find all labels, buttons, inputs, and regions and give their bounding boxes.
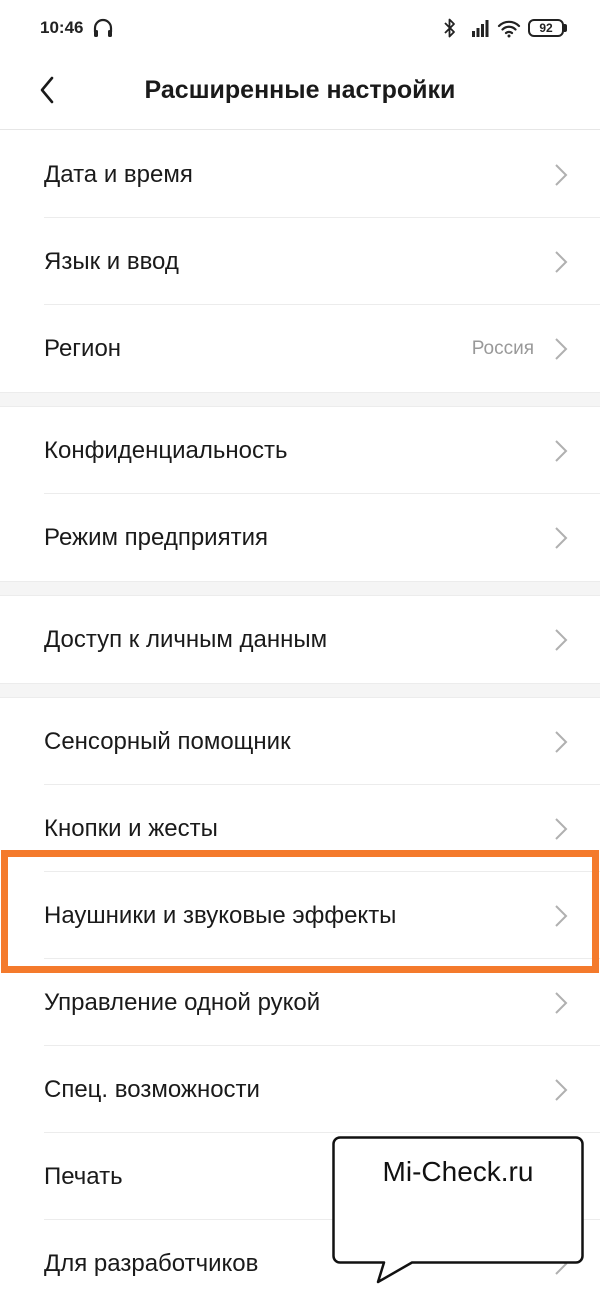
chevron-right-icon	[555, 818, 568, 840]
settings-group-privacy: Конфиденциальность Режим предприятия	[0, 407, 600, 581]
settings-item-label: Режим предприятия	[44, 524, 268, 551]
battery-indicator: 92	[528, 19, 564, 37]
chevron-right-icon	[555, 164, 568, 186]
settings-item-language-input[interactable]: Язык и ввод	[0, 218, 600, 305]
chevron-right-icon	[555, 338, 568, 360]
settings-item-region[interactable]: Регион Россия	[0, 305, 600, 392]
chevron-right-icon	[555, 905, 568, 927]
settings-group-regional: Дата и время Язык и ввод Регион Россия	[0, 131, 600, 392]
settings-item-value: Россия	[471, 338, 534, 359]
chevron-right-icon	[555, 251, 568, 273]
settings-item-label: Управление одной рукой	[44, 989, 321, 1016]
settings-item-label: Язык и ввод	[44, 248, 179, 275]
chevron-right-icon	[555, 629, 568, 651]
settings-item-label: Печать	[44, 1163, 123, 1190]
section-gap	[0, 392, 600, 407]
settings-item-label: Дата и время	[44, 161, 193, 188]
battery-tip	[564, 24, 567, 32]
settings-item-label: Конфиденциальность	[44, 437, 288, 464]
settings-item-label: Кнопки и жесты	[44, 815, 218, 842]
status-bar: 10:46 92	[0, 0, 600, 58]
settings-item-touch-assistant[interactable]: Сенсорный помощник	[0, 698, 600, 785]
section-gap	[0, 683, 600, 698]
settings-item-label: Для разработчиков	[44, 1250, 259, 1277]
settings-item-accessibility[interactable]: Спец. возможности	[0, 1046, 600, 1133]
settings-item-label: Наушники и звуковые эффекты	[44, 902, 397, 929]
headset-icon	[93, 18, 113, 37]
settings-item-label: Доступ к личным данным	[44, 626, 328, 653]
watermark-text: Mi-Check.ru	[382, 1156, 534, 1187]
bluetooth-icon	[444, 18, 455, 38]
signal-icon	[472, 20, 489, 37]
chevron-right-icon	[555, 527, 568, 549]
settings-item-personal-data-access[interactable]: Доступ к личным данным	[0, 596, 600, 683]
page-title: Расширенные настройки	[144, 76, 456, 104]
status-time: 10:46	[40, 18, 84, 37]
settings-item-one-handed-mode[interactable]: Управление одной рукой	[0, 959, 600, 1046]
settings-group-personal-data: Доступ к личным данным	[0, 596, 600, 683]
chevron-right-icon	[555, 440, 568, 462]
chevron-right-icon	[555, 1079, 568, 1101]
wifi-icon	[497, 20, 521, 38]
settings-item-privacy[interactable]: Конфиденциальность	[0, 407, 600, 494]
settings-item-headphones-sound-effects[interactable]: Наушники и звуковые эффекты	[0, 872, 600, 959]
section-gap	[0, 581, 600, 596]
chevron-right-icon	[555, 731, 568, 753]
header: Расширенные настройки	[0, 58, 600, 130]
settings-item-label: Регион	[44, 335, 122, 362]
settings-item-label: Спец. возможности	[44, 1076, 260, 1103]
settings-item-date-time[interactable]: Дата и время	[0, 131, 600, 218]
settings-item-enterprise-mode[interactable]: Режим предприятия	[0, 494, 600, 581]
chevron-right-icon	[555, 992, 568, 1014]
settings-item-label: Сенсорный помощник	[44, 728, 291, 755]
settings-item-buttons-gestures[interactable]: Кнопки и жесты	[0, 785, 600, 872]
